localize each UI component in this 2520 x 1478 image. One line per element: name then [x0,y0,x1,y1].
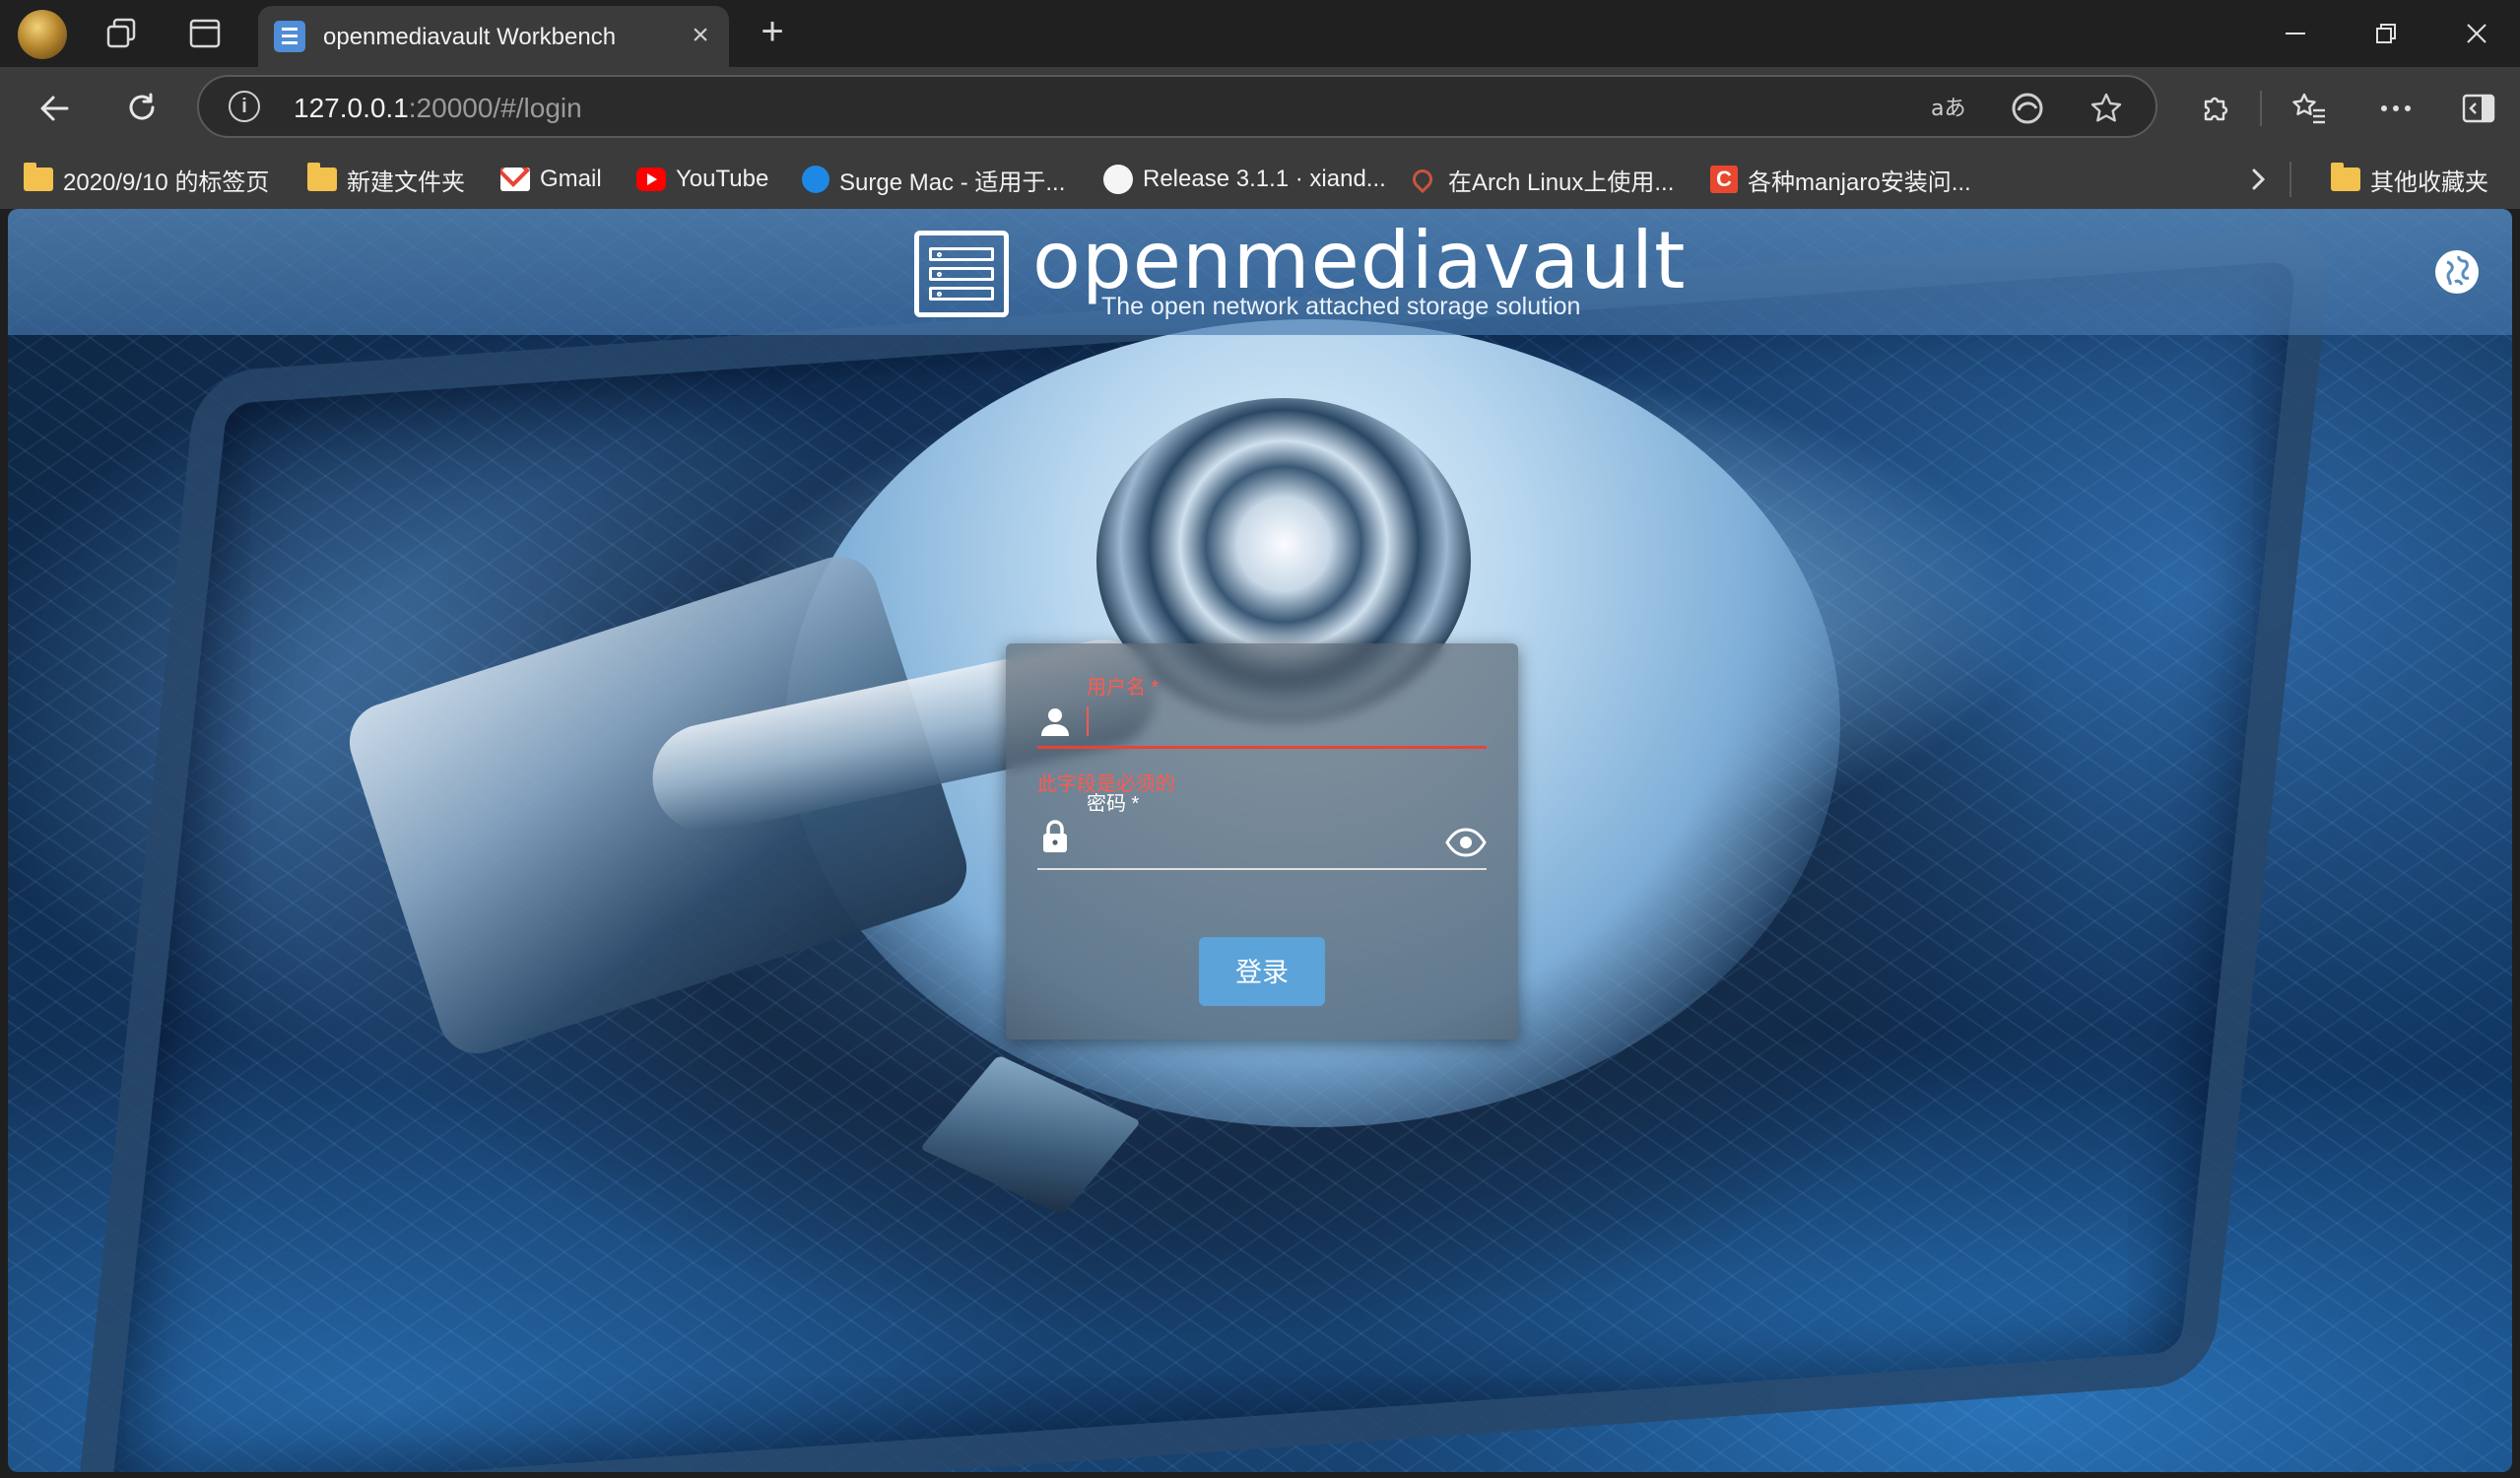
language-globe-icon[interactable] [2435,250,2479,294]
new-tab-button[interactable]: + [751,12,794,55]
favorites-icon[interactable] [2288,87,2331,130]
favorite-star-icon[interactable] [2087,89,2126,128]
more-bookmarks-chevron-icon[interactable] [2246,160,2270,199]
bookmark-item[interactable]: 在Arch Linux上使用... [1407,160,1674,199]
extensions-icon[interactable] [2193,87,2236,130]
browser-titlebar: openmediavault Workbench × + [0,0,2520,67]
sidebar-toggle-icon[interactable] [2457,87,2500,130]
omv-logo-icon [914,231,1009,317]
gmail-icon [500,168,530,191]
tab-close-icon[interactable]: × [686,21,715,51]
workspaces-icon[interactable] [102,14,142,53]
lock-icon [1043,820,1067,852]
bookmarks-bar: 2020/9/10 的标签页 新建文件夹 Gmail YouTube Surge… [0,150,2520,209]
close-window-icon[interactable] [2447,12,2506,55]
folder-icon [2331,163,2360,191]
restore-icon[interactable] [2356,12,2416,55]
password-field[interactable]: 密码 * [1037,787,1487,870]
page-viewport: openmediavault The open network attached… [8,209,2512,1472]
login-card: 用户名 * 此字段是必须的 密码 * 登录 [1006,643,1518,1040]
svg-text:aあ: aあ [1931,97,1965,121]
bookmark-label: 各种manjaro安装问... [1748,168,1971,196]
bookmark-item[interactable]: Release 3.1.1 · xiand... [1103,160,1386,199]
address-bar[interactable]: i 127.0.0.1:20000/#/login aあ [197,75,2157,138]
bookmark-item[interactable]: Surge Mac - 适用于... [802,160,1065,199]
omv-header: openmediavault The open network attached… [8,209,2512,335]
bookmarks-divider [2289,162,2291,197]
back-icon[interactable] [33,87,77,130]
omv-favicon-icon [274,21,305,52]
bookmark-label: Surge Mac - 适用于... [839,168,1066,196]
arch-icon [1408,165,1437,194]
bookmark-item[interactable]: YouTube [636,160,768,199]
read-aloud-icon[interactable]: aあ [1929,89,1968,128]
bookmark-label: 其他收藏夹 [2370,168,2488,196]
omv-tagline: The open network attached storage soluti… [1101,293,1581,320]
surge-icon [802,166,829,193]
show-password-eye-icon[interactable] [1445,827,1487,858]
username-label: 用户名 * [1087,677,1160,699]
username-underline [1037,746,1487,749]
login-button[interactable]: 登录 [1199,937,1325,1006]
tab-actions-icon[interactable] [185,14,225,53]
bookmark-label: 2020/9/10 的标签页 [63,168,270,196]
password-underline [1037,868,1487,870]
edge-icon[interactable] [2008,89,2047,128]
folder-icon [24,163,53,191]
other-bookmarks-folder[interactable]: 其他收藏夹 [2331,160,2488,199]
tab-title: openmediavault Workbench [323,24,617,50]
text-caret [1087,706,1089,736]
password-label: 密码 * [1087,793,1140,815]
url-text[interactable]: 127.0.0.1:20000/#/login [294,93,582,124]
site-info-icon[interactable]: i [229,91,260,122]
bookmark-label: 新建文件夹 [347,168,465,196]
tab-active[interactable]: openmediavault Workbench × [258,6,729,67]
c-icon: C [1710,166,1738,193]
bookmark-item[interactable]: Gmail [500,160,602,199]
bookmark-item[interactable]: 2020/9/10 的标签页 [24,160,269,199]
refresh-icon[interactable] [120,87,164,130]
bookmark-item[interactable]: C 各种manjaro安装问... [1710,160,1971,199]
youtube-icon [636,168,666,191]
folder-icon [307,163,337,191]
username-field[interactable]: 用户名 * [1037,671,1487,754]
bookmark-label: YouTube [676,166,769,192]
bookmark-label: Release 3.1.1 · xiand... [1143,166,1386,192]
profile-avatar[interactable] [18,10,67,59]
bookmark-label: 在Arch Linux上使用... [1448,168,1675,196]
more-menu-icon[interactable] [2374,87,2418,130]
browser-toolbar: i 127.0.0.1:20000/#/login aあ [0,67,2520,150]
user-icon [1041,708,1069,736]
bookmark-label: Gmail [540,166,602,192]
bookmark-item[interactable]: 新建文件夹 [307,160,465,199]
toolbar-divider [2260,91,2262,126]
minimize-icon[interactable] [2266,12,2325,55]
github-icon [1103,165,1133,194]
